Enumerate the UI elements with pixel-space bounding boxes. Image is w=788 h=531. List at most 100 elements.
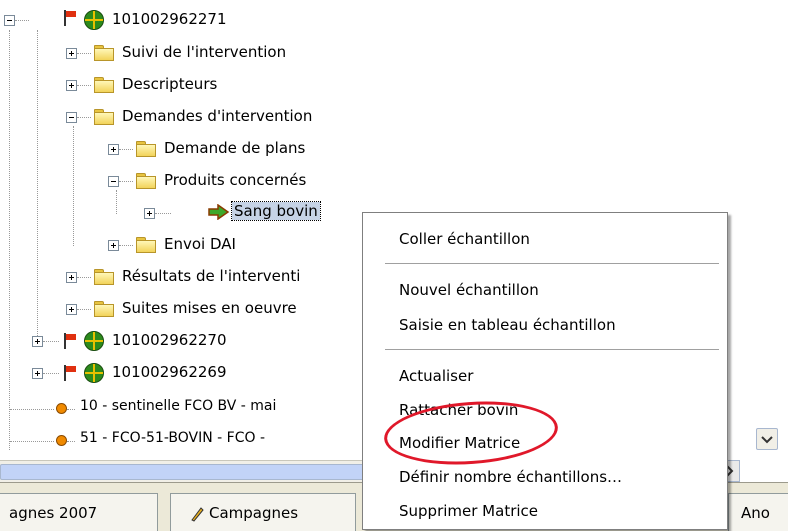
expand-icon[interactable] xyxy=(66,272,77,283)
menu-item-label: Définir nombre échantillons… xyxy=(399,468,623,486)
expand-icon[interactable] xyxy=(66,304,77,315)
menu-item-modifier-matrice[interactable]: Modifier Matrice xyxy=(399,430,520,456)
tree-node-suites[interactable]: Suites mises en oeuvre xyxy=(0,292,360,324)
tree-connector xyxy=(77,277,91,278)
pencil-icon xyxy=(191,507,204,522)
menu-item-coller-echantillon[interactable]: Coller échantillon xyxy=(399,226,530,252)
campaign-dot-icon xyxy=(56,403,67,414)
tab-label: agnes 2007 xyxy=(9,503,98,522)
menu-separator xyxy=(385,349,719,350)
expand-icon[interactable] xyxy=(144,208,155,219)
tree-connector xyxy=(10,441,54,442)
intervention-status-icon xyxy=(84,331,104,351)
tree-node-sang-bovin[interactable]: Sang bovin xyxy=(0,196,380,228)
tree-node-intervention-269[interactable]: 101002962269 xyxy=(0,356,360,388)
tree-node-label: 101002962270 xyxy=(112,331,227,349)
collapse-icon[interactable] xyxy=(4,15,15,26)
tree-connector xyxy=(15,20,29,21)
tree-node-descripteurs[interactable]: Descripteurs xyxy=(0,68,340,100)
tree-node-label: 101002962271 xyxy=(112,10,227,28)
menu-item-label: Actualiser xyxy=(399,367,474,385)
intervention-status-icon xyxy=(84,363,104,383)
tree-connector xyxy=(155,213,171,214)
tree-connector xyxy=(67,441,75,442)
tree-connector xyxy=(77,85,91,86)
menu-item-label: Saisie en tableau échantillon xyxy=(399,316,616,334)
tree-node-resultats[interactable]: Résultats de l'interventi xyxy=(0,260,360,292)
menu-item-label: Coller échantillon xyxy=(399,230,530,248)
tree-node-intervention-271[interactable]: 101002962271 xyxy=(0,4,300,36)
expand-icon[interactable] xyxy=(66,80,77,91)
folder-icon xyxy=(94,45,114,61)
menu-item-actualiser[interactable]: Actualiser xyxy=(399,363,473,389)
tab-campagnes-2007[interactable]: agnes 2007 xyxy=(0,493,158,531)
tree-node-label: Demandes d'intervention xyxy=(122,107,313,125)
scroll-down-button[interactable] xyxy=(756,428,778,450)
tree-node-label: Suivi de l'intervention xyxy=(122,43,287,61)
flag-icon xyxy=(64,10,78,26)
tree-node-label: Demande de plans xyxy=(164,139,306,157)
expand-icon[interactable] xyxy=(108,144,119,155)
folder-icon xyxy=(136,237,156,253)
tree-node-label: Sang bovin xyxy=(231,201,321,221)
expand-icon[interactable] xyxy=(32,368,43,379)
menu-item-label: Nouvel échantillon xyxy=(399,281,539,299)
folder-icon xyxy=(94,109,114,125)
tree-node-envoi-dai[interactable]: Envoi DAI xyxy=(0,228,360,260)
tree-node-label: Produits concernés xyxy=(164,171,307,189)
tree-connector xyxy=(77,53,91,54)
folder-icon xyxy=(94,269,114,285)
tree-connector xyxy=(67,409,75,410)
tree-node-label: 10 - sentinelle FCO BV - mai xyxy=(80,398,277,414)
tree-connector xyxy=(119,149,133,150)
folder-icon xyxy=(94,77,114,93)
collapse-icon[interactable] xyxy=(66,112,77,123)
menu-item-label: Rattacher bovin xyxy=(399,401,519,419)
tab-ano[interactable]: Ano xyxy=(728,493,788,531)
flag-icon xyxy=(64,365,78,381)
context-menu: Coller échantillon Nouvel échantillon Sa… xyxy=(362,212,728,530)
tree-node-campaign-51[interactable]: 51 - FCO-51-BOVIN - FCO - xyxy=(0,424,360,456)
menu-item-nouvel-echantillon[interactable]: Nouvel échantillon xyxy=(399,277,539,303)
tree-node-intervention-270[interactable]: 101002962270 xyxy=(0,324,360,356)
expand-icon[interactable] xyxy=(32,336,43,347)
expand-icon[interactable] xyxy=(108,240,119,251)
tab-label: Ano xyxy=(741,503,770,522)
tree-connector xyxy=(77,309,91,310)
campaign-dot-icon xyxy=(56,435,67,446)
arrow-right-icon xyxy=(208,204,230,220)
tab-label: Campagnes xyxy=(209,503,299,522)
tree-connector xyxy=(43,373,59,374)
tree-node-suivi[interactable]: Suivi de l'intervention xyxy=(0,36,340,68)
tree-node-label: 51 - FCO-51-BOVIN - FCO - xyxy=(80,430,266,446)
menu-item-label: Supprimer Matrice xyxy=(399,502,539,520)
tree-node-label: Envoi DAI xyxy=(164,235,236,253)
tree-node-demande-plans[interactable]: Demande de plans xyxy=(0,132,380,164)
tree-connector xyxy=(77,117,91,118)
menu-item-supprimer-matrice[interactable]: Supprimer Matrice xyxy=(399,498,538,524)
tree-node-label: Suites mises en oeuvre xyxy=(122,299,297,317)
tree-node-label: Résultats de l'interventi xyxy=(122,267,301,285)
tree-connector xyxy=(43,341,59,342)
tree-node-label: 101002962269 xyxy=(112,363,227,381)
tree-node-demandes[interactable]: Demandes d'intervention xyxy=(0,100,380,132)
tree-node-campaign-10[interactable]: 10 - sentinelle FCO BV - mai xyxy=(0,392,360,424)
menu-item-label: Modifier Matrice xyxy=(399,434,521,452)
menu-separator xyxy=(385,263,719,264)
tree-connector xyxy=(119,181,133,182)
folder-icon xyxy=(94,301,114,317)
tab-campagnes[interactable]: Campagnes xyxy=(170,493,356,531)
tree-node-produits[interactable]: Produits concernés xyxy=(0,164,380,196)
tree-connector xyxy=(10,409,54,410)
tree-connector xyxy=(119,245,133,246)
menu-item-saisie-tableau[interactable]: Saisie en tableau échantillon xyxy=(399,312,616,338)
folder-icon xyxy=(136,173,156,189)
tree-node-label: Descripteurs xyxy=(122,75,218,93)
flag-icon xyxy=(64,333,78,349)
menu-item-definir-nombre[interactable]: Définir nombre échantillons… xyxy=(399,464,622,490)
menu-item-rattacher-bovin[interactable]: Rattacher bovin xyxy=(399,397,518,423)
collapse-icon[interactable] xyxy=(108,176,119,187)
expand-icon[interactable] xyxy=(66,48,77,59)
chevron-down-icon xyxy=(761,436,773,444)
folder-icon xyxy=(136,141,156,157)
